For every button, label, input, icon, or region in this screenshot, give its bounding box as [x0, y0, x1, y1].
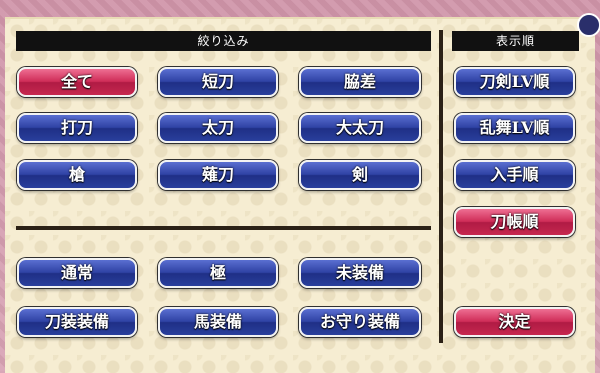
horizontal-divider [16, 226, 431, 230]
filter-header: 絞り込み [16, 31, 431, 51]
confirm-button[interactable]: 決定 [454, 307, 575, 337]
filter-button-tsurugi[interactable]: 剣 [299, 160, 421, 190]
filter-button-tachi[interactable]: 太刀 [158, 113, 278, 143]
sort-button-ranbu-level[interactable]: 乱舞LV順 [454, 113, 575, 143]
vertical-divider [439, 30, 443, 343]
filter-button-tanto[interactable]: 短刀 [158, 67, 278, 97]
sort-header: 表示順 [452, 31, 579, 51]
status-button-horse-equipped[interactable]: 馬装備 [158, 307, 278, 337]
filter-button-uchigatana[interactable]: 打刀 [17, 113, 137, 143]
status-button-unequipped[interactable]: 未装備 [299, 258, 421, 288]
status-button-tosou-equipped[interactable]: 刀装装備 [17, 307, 137, 337]
filter-button-yari[interactable]: 槍 [17, 160, 137, 190]
sort-button-sword-level[interactable]: 刀剣LV順 [454, 67, 575, 97]
corner-ornament-icon [577, 13, 600, 37]
filter-button-odachi[interactable]: 大太刀 [299, 113, 421, 143]
filter-button-wakizashi[interactable]: 脇差 [299, 67, 421, 97]
filter-button-naginata[interactable]: 薙刀 [158, 160, 278, 190]
status-button-kiwame[interactable]: 極 [158, 258, 278, 288]
sort-button-catalog[interactable]: 刀帳順 [454, 207, 575, 237]
status-button-omamori-equipped[interactable]: お守り装備 [299, 307, 421, 337]
sort-button-acquired[interactable]: 入手順 [454, 160, 575, 190]
status-button-normal[interactable]: 通常 [17, 258, 137, 288]
filter-button-all[interactable]: 全て [17, 67, 137, 97]
